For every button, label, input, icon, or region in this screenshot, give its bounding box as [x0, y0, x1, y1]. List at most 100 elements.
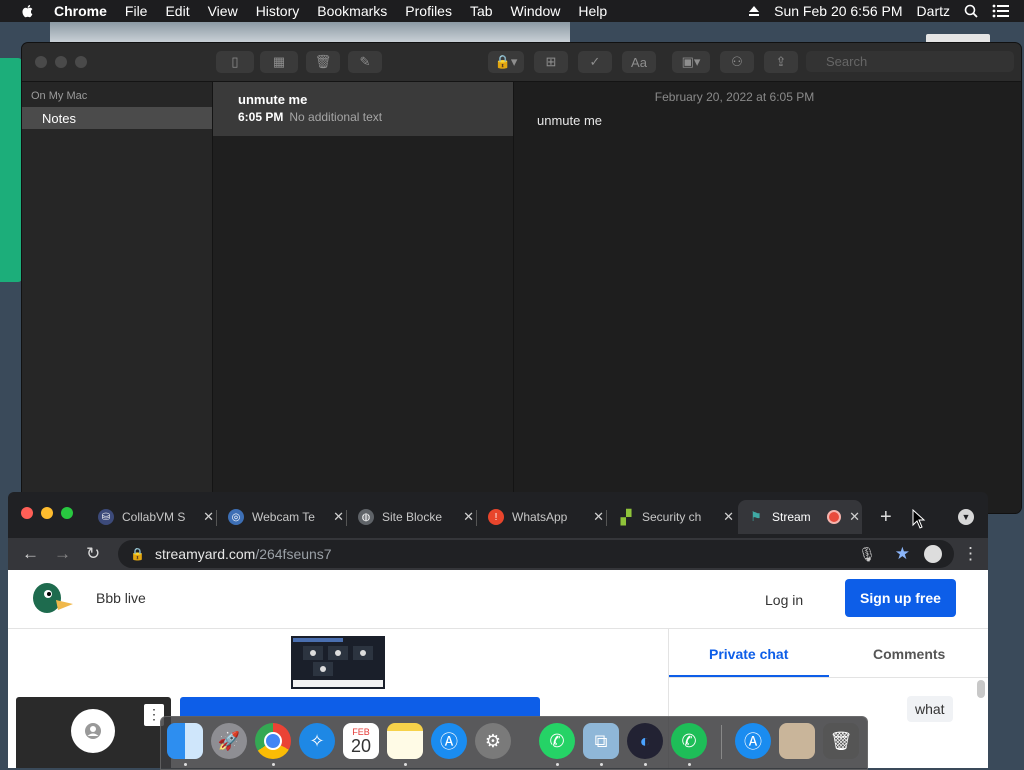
tab-webcam[interactable]: ◎ Webcam Te ✕ — [228, 500, 344, 534]
lock-icon: 🔒▾ — [494, 54, 518, 69]
stage-preview-thumbnail — [291, 636, 385, 689]
app-store-icon[interactable]: Ⓐ — [431, 723, 467, 759]
menu-view[interactable]: View — [208, 3, 238, 19]
whatsapp-desktop-icon[interactable]: ✆ — [671, 723, 707, 759]
notes-search-input[interactable]: Search — [806, 51, 1014, 72]
menu-file[interactable]: File — [125, 3, 148, 19]
note-preview: No additional text — [289, 110, 383, 124]
menu-bookmarks[interactable]: Bookmarks — [317, 3, 387, 19]
divider — [669, 677, 988, 678]
delete-note-button[interactable]: 🗑 — [306, 51, 340, 73]
tab-separator — [346, 510, 347, 526]
login-link[interactable]: Log in — [765, 592, 803, 608]
reload-icon[interactable]: ↻ — [86, 544, 100, 564]
checklist-icon: ✓ — [589, 54, 601, 69]
compose-icon: ✎ — [359, 54, 371, 69]
system-preferences-icon[interactable]: ⚙ — [475, 723, 511, 759]
quicktime-icon[interactable]: ◐ — [627, 723, 663, 759]
dock-separator — [721, 725, 722, 759]
url-host: streamyard.com — [154, 546, 256, 562]
app-store-downloads-icon[interactable]: Ⓐ — [735, 723, 771, 759]
running-indicator — [600, 763, 603, 766]
menu-window[interactable]: Window — [511, 3, 561, 19]
webcam-icon: ◎ — [228, 509, 244, 525]
tab-security[interactable]: ▞ Security ch ✕ — [618, 500, 734, 534]
menu-clock[interactable]: Sun Feb 20 6:56 PM — [774, 3, 902, 19]
chrome-icon[interactable] — [255, 723, 291, 759]
window-minimize-button[interactable] — [55, 56, 67, 68]
close-tab-icon[interactable]: ✕ — [463, 509, 474, 525]
more-options-icon: ⋮ — [147, 706, 161, 722]
lock-note-button[interactable]: 🔒▾ — [488, 51, 524, 73]
menu-profiles[interactable]: Profiles — [405, 3, 452, 19]
control-center-icon[interactable] — [992, 4, 1010, 18]
window-minimize-button[interactable] — [41, 507, 53, 519]
lock-icon[interactable]: 🔒 — [130, 547, 145, 561]
window-zoom-button[interactable] — [75, 56, 87, 68]
chat-scrollbar[interactable] — [977, 680, 985, 698]
tab-streamyard[interactable]: ⚑ Stream ✕ — [738, 500, 862, 534]
media-button[interactable]: ▣▾ — [672, 51, 710, 73]
notes-app-icon[interactable] — [387, 723, 423, 759]
tab-private-chat[interactable]: Private chat — [709, 646, 788, 662]
profile-avatar-icon[interactable] — [924, 545, 942, 563]
window-zoom-button[interactable] — [61, 507, 73, 519]
tab-site-blocker[interactable]: ◍ Site Blocke ✕ — [358, 500, 474, 534]
forward-icon[interactable]: → — [54, 544, 71, 564]
window-close-button[interactable] — [35, 56, 47, 68]
kebab-menu-icon[interactable]: ⋮ — [962, 544, 979, 564]
safari-icon[interactable]: ✧ — [299, 723, 335, 759]
note-list: unmute me 6:05 PM No additional text — [213, 82, 514, 513]
finder-icon[interactable] — [167, 723, 203, 759]
profile-photo-icon[interactable] — [779, 723, 815, 759]
running-indicator — [272, 763, 275, 766]
close-tab-icon[interactable]: ✕ — [203, 509, 214, 525]
broadcast-name: Bbb live — [96, 590, 146, 606]
share-button[interactable]: ⇪ — [764, 51, 798, 73]
sidebar-folder-notes[interactable]: Notes — [22, 107, 212, 129]
bookmark-star-icon[interactable]: ★ — [895, 544, 910, 564]
eject-icon[interactable] — [748, 5, 760, 17]
calendar-icon[interactable]: FEB 20 — [343, 723, 379, 759]
signup-button[interactable]: Sign up free — [845, 579, 956, 617]
menu-app-name[interactable]: Chrome — [54, 3, 107, 19]
menu-help[interactable]: Help — [578, 3, 607, 19]
note-body[interactable]: unmute me — [537, 113, 1021, 128]
whatsapp-icon[interactable]: ✆ — [539, 723, 575, 759]
window-close-button[interactable] — [21, 507, 33, 519]
menu-user[interactable]: Dartz — [917, 3, 950, 19]
collaborate-button[interactable]: ⚇ — [720, 51, 754, 73]
microphone-icon[interactable]: 🎙 — [858, 546, 876, 563]
address-bar[interactable]: 🔒 streamyard.com/264fseuns7 🎙 ★ — [118, 540, 954, 568]
tab-comments[interactable]: Comments — [873, 646, 945, 662]
new-tab-button[interactable]: + — [880, 506, 892, 529]
close-tab-icon[interactable]: ✕ — [593, 509, 604, 525]
gallery-view-button[interactable]: ▦ — [260, 51, 298, 73]
close-tab-icon[interactable]: ✕ — [723, 509, 734, 525]
trash-icon[interactable]: 🗑 — [823, 723, 859, 759]
format-button[interactable]: Aa — [622, 51, 656, 73]
collabvm-icon: ⛁ — [98, 509, 114, 525]
close-tab-icon[interactable]: ✕ — [333, 509, 344, 525]
close-tab-icon[interactable]: ✕ — [849, 509, 860, 525]
apple-icon[interactable] — [20, 3, 36, 19]
note-editor[interactable]: February 20, 2022 at 6:05 PM unmute me — [514, 82, 1021, 513]
note-list-item[interactable]: unmute me 6:05 PM No additional text — [213, 82, 513, 136]
tab-search-button[interactable]: ▼ — [958, 509, 974, 525]
preview-icon[interactable]: ⧉ — [583, 723, 619, 759]
background-window-edge — [0, 58, 22, 282]
menu-history[interactable]: History — [256, 3, 300, 19]
tab-collabvm[interactable]: ⛁ CollabVM S ✕ — [98, 500, 214, 534]
sidebar-toggle-button[interactable]: ▯ — [216, 51, 254, 73]
launchpad-icon[interactable]: 🚀 — [211, 723, 247, 759]
spotlight-search-icon[interactable] — [964, 4, 978, 18]
back-icon[interactable]: ← — [22, 544, 39, 564]
checklist-button[interactable]: ✓ — [578, 51, 612, 73]
streamyard-header: Bbb live Log in Sign up free — [8, 570, 988, 629]
table-button[interactable]: ⊞ — [534, 51, 568, 73]
new-note-button[interactable]: ✎ — [348, 51, 382, 73]
globe-icon: ◍ — [358, 509, 374, 525]
menu-tab[interactable]: Tab — [470, 3, 493, 19]
menu-edit[interactable]: Edit — [165, 3, 189, 19]
tab-whatsapp[interactable]: ! WhatsApp ✕ — [488, 500, 604, 534]
